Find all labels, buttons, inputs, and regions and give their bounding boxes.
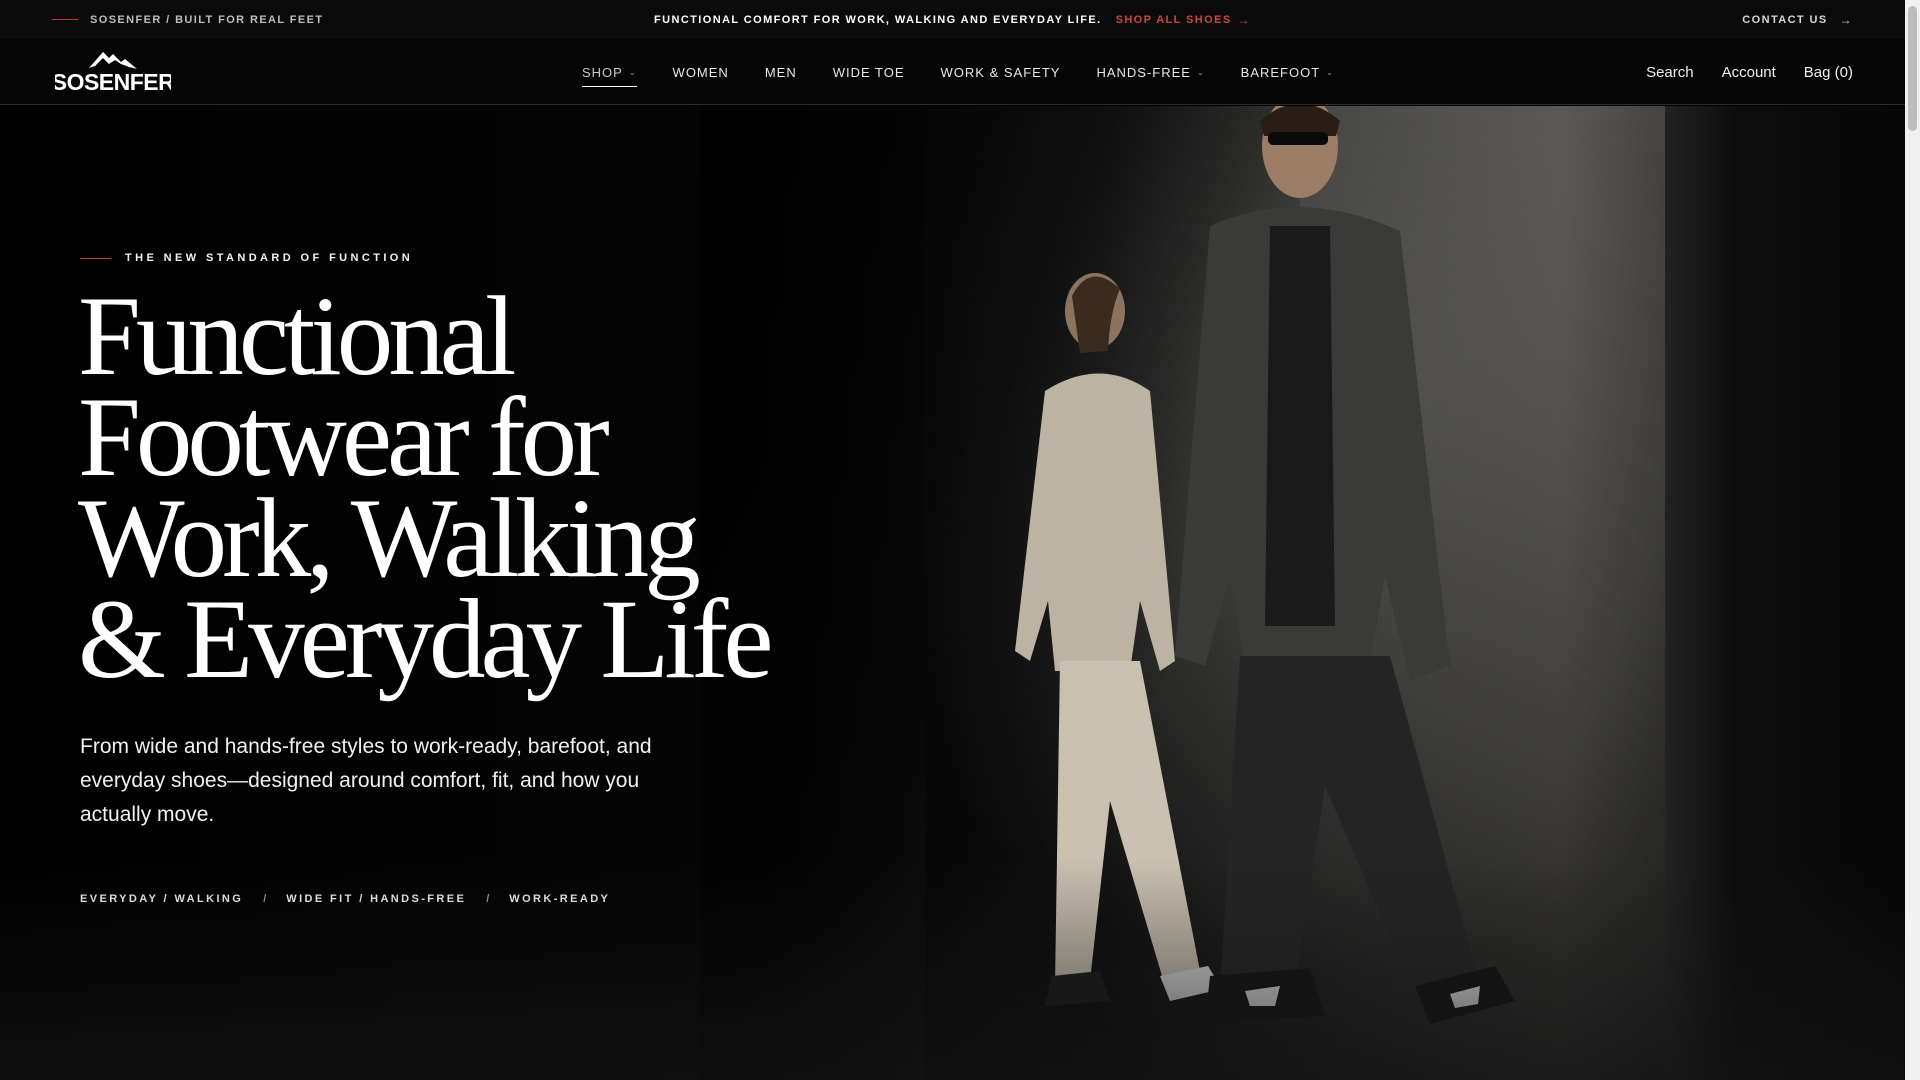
hero-tags: EVERYDAY / WALKING / WIDE FIT / HANDS-FR… (80, 893, 610, 905)
accent-rule (80, 257, 111, 259)
tag-separator: / (486, 893, 490, 905)
shop-all-shoes-link[interactable]: SHOP ALL SHOES → (1116, 14, 1251, 26)
arrow-right-icon: → (1839, 12, 1853, 27)
page-scrollbar[interactable] (1905, 0, 1920, 1080)
nav-women-label: WOMEN (672, 64, 729, 80)
nav-women[interactable]: WOMEN (673, 39, 729, 105)
mountain-logo-icon: SOSENFER (52, 52, 176, 95)
nav-work-safety-label: WORK & SAFETY (940, 64, 1061, 80)
chevron-down-icon: ⌄ (1196, 67, 1205, 77)
nav-men-label: MEN (764, 64, 797, 80)
nav-men[interactable]: MEN (765, 39, 797, 105)
main-nav: SHOP ⌄ WOMEN MEN WIDE TOE WORK & SAFETY … (582, 39, 1334, 105)
search-link[interactable]: Search (1646, 64, 1694, 81)
arrow-right-icon: → (1237, 12, 1251, 27)
nav-hands-free-label: HANDS-FREE (1096, 64, 1191, 80)
headline-line: Work, Walking (78, 476, 701, 601)
tag-separator: / (263, 893, 267, 905)
hero-headline: Functional Footwear for Work, Walking & … (78, 274, 858, 702)
hero-eyebrow: THE NEW STANDARD OF FUNCTION (80, 252, 413, 264)
headline-line: & Everyday Life (78, 577, 774, 702)
nav-wide-toe[interactable]: WIDE TOE (833, 39, 905, 105)
site-header: SOSENFER SHOP ⌄ WOMEN MEN WIDE TOE WORK … (0, 39, 1905, 105)
announcement-center: FUNCTIONAL COMFORT FOR WORK, WALKING AND… (0, 0, 1905, 39)
bag-link[interactable]: Bag (0) (1804, 64, 1853, 81)
announcement-message: FUNCTIONAL COMFORT FOR WORK, WALKING AND… (654, 13, 1102, 26)
hero-section: THE NEW STANDARD OF FUNCTION Functional … (0, 106, 1905, 1080)
headline-line: Footwear for (78, 375, 610, 500)
chevron-down-icon: ⌄ (628, 67, 637, 77)
hero-tag: EVERYDAY / WALKING (80, 893, 244, 905)
contact-us-link[interactable]: CONTACT US → (1742, 0, 1853, 39)
hero-tag: WORK-READY (509, 893, 611, 905)
hero-subtext: From wide and hands-free styles to work-… (80, 735, 652, 826)
brand-logo[interactable]: SOSENFER (52, 47, 176, 95)
headline-line: Functional (78, 274, 516, 399)
chevron-down-icon: ⌄ (1326, 67, 1334, 77)
logo-wordmark: SOSENFER (55, 69, 171, 95)
nav-hands-free[interactable]: HANDS-FREE ⌄ (1096, 39, 1204, 105)
nav-barefoot[interactable]: BAREFOOT ⌄ (1241, 39, 1334, 105)
nav-barefoot-label: BAREFOOT (1240, 64, 1321, 80)
nav-work-safety[interactable]: WORK & SAFETY (941, 39, 1061, 105)
contact-us-label: CONTACT US (1742, 13, 1828, 26)
scrollbar-thumb[interactable] (1908, 6, 1917, 131)
account-link[interactable]: Account (1722, 64, 1776, 81)
header-utilities: Search Account Bag (0) (1646, 39, 1853, 105)
nav-shop-label: SHOP (582, 64, 623, 80)
nav-shop[interactable]: SHOP ⌄ (582, 39, 637, 105)
shop-all-shoes-label: SHOP ALL SHOES (1115, 13, 1232, 26)
hero-eyebrow-text: THE NEW STANDARD OF FUNCTION (125, 252, 414, 264)
hero-tag: WIDE FIT / HANDS-FREE (286, 893, 467, 905)
nav-wide-toe-label: WIDE TOE (832, 64, 905, 80)
announcement-bar: SOSENFER / BUILT FOR REAL FEET FUNCTIONA… (0, 0, 1905, 39)
